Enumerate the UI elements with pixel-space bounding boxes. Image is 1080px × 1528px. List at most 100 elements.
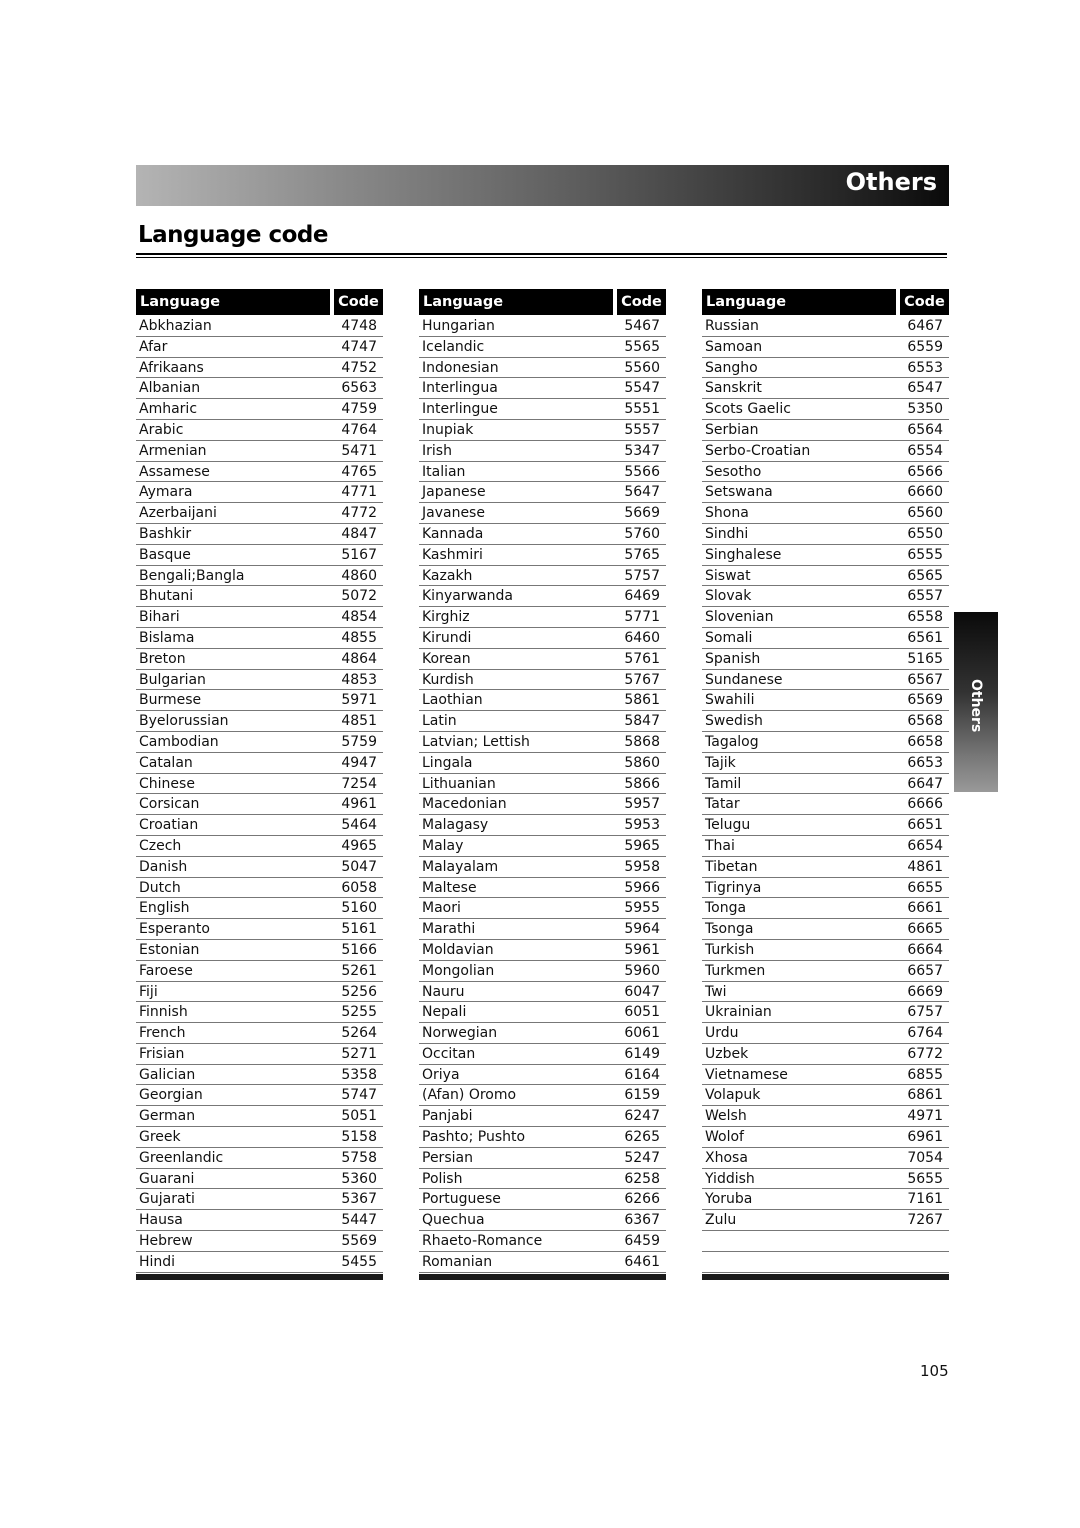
language-code: 5566 <box>624 463 660 480</box>
table-row: Tigrinya 6655 <box>702 878 949 899</box>
language-code: 6051 <box>624 1004 660 1021</box>
language-code: 5464 <box>341 817 377 834</box>
language-code: 5360 <box>341 1170 377 1187</box>
table-row: Abkhazian 4748 <box>136 316 383 337</box>
language-code: 5860 <box>624 754 660 771</box>
table-row: Norwegian 6061 <box>419 1023 666 1044</box>
table-row: (Afan) Oromo 6159 <box>419 1085 666 1107</box>
table-row: Korean 5761 <box>419 649 666 670</box>
language-code: 5557 <box>624 421 660 438</box>
language-code: 4861 <box>907 858 943 875</box>
language-code: 5847 <box>624 713 660 730</box>
language-code: 6560 <box>907 505 943 522</box>
table-row: Latin 5847 <box>419 711 666 732</box>
language-code: 6461 <box>624 1253 660 1270</box>
language-code: 6664 <box>907 941 943 958</box>
table-row: Bashkir 4847 <box>136 524 383 545</box>
language-name: Armenian <box>139 442 207 459</box>
table-row: Sanskrit 6547 <box>702 378 949 400</box>
language-code: 6665 <box>907 921 943 938</box>
language-code: 6550 <box>907 525 943 542</box>
table-row: Kurdish 5767 <box>419 670 666 691</box>
language-code: 5271 <box>341 1045 377 1062</box>
language-name: Sanskrit <box>705 380 762 397</box>
table-row: Vietnamese 6855 <box>702 1065 949 1086</box>
language-name: Czech <box>139 837 182 854</box>
language-name: Hungarian <box>422 318 495 334</box>
language-name: Urdu <box>705 1025 739 1042</box>
table-row: Amharic 4759 <box>136 399 383 420</box>
table-row: Portuguese 6266 <box>419 1189 666 1211</box>
language-name: Tatar <box>705 796 740 813</box>
language-code: 7161 <box>907 1191 943 1208</box>
language-name: Panjabi <box>422 1108 473 1125</box>
language-code: 5971 <box>341 692 377 709</box>
table-footer-bar <box>419 1273 666 1280</box>
language-code: 5455 <box>341 1253 377 1270</box>
language-code: 5551 <box>624 401 660 418</box>
table-row: Guarani 5360 <box>136 1169 383 1190</box>
language-name: Maltese <box>422 879 477 896</box>
table-row: Quechua 6367 <box>419 1210 666 1232</box>
column-header-language: Language <box>136 289 330 315</box>
table-row: Uzbek 6772 <box>702 1044 949 1065</box>
language-code: 6855 <box>907 1066 943 1083</box>
table-row: Basque 5167 <box>136 545 383 566</box>
language-name: Quechua <box>422 1212 485 1229</box>
language-code: 4771 <box>341 484 377 501</box>
language-code: 5347 <box>624 442 660 459</box>
language-name: Azerbaijani <box>139 505 217 522</box>
table-row: Chinese 7254 <box>136 774 383 795</box>
language-code: 6247 <box>624 1108 660 1125</box>
language-name: Moldavian <box>422 941 494 958</box>
language-name: Dutch <box>139 879 181 896</box>
language-code: 6961 <box>907 1129 943 1146</box>
table-row: Esperanto 5161 <box>136 919 383 940</box>
language-name: Faroese <box>139 962 193 979</box>
language-name: Welsh <box>705 1108 747 1125</box>
language-code: 6555 <box>907 546 943 563</box>
table-row: Panjabi 6247 <box>419 1106 666 1128</box>
language-code: 6564 <box>907 421 943 438</box>
table-body: Russian 6467 Samoan 6559 Sangho 6553 Sanskrit 6… <box>702 316 949 1273</box>
table-row: Somali 6561 <box>702 628 949 649</box>
table-row: Spanish 5165 <box>702 649 949 670</box>
language-name: Hausa <box>139 1212 183 1229</box>
language-name: Cambodian <box>139 733 219 750</box>
table-row: Javanese 5669 <box>419 503 666 524</box>
table-row: Volapuk 6861 <box>702 1085 949 1107</box>
section-title: Others <box>845 168 937 196</box>
language-code: 5560 <box>624 359 660 376</box>
table-row: Maori 5955 <box>419 898 666 920</box>
language-code: 4765 <box>341 463 377 480</box>
language-code: 4855 <box>341 629 377 646</box>
language-code: 5757 <box>624 567 660 584</box>
language-name: Kannada <box>422 525 484 542</box>
language-name: Swedish <box>705 713 763 730</box>
language-name: Twi <box>705 983 727 1000</box>
language-name: Sundanese <box>705 671 783 688</box>
language-code: 6558 <box>907 609 943 626</box>
column-header-language: Language <box>419 289 613 315</box>
language-code: 5961 <box>624 941 660 958</box>
table-row: Malayalam 5958 <box>419 857 666 878</box>
language-code: 6669 <box>907 983 943 1000</box>
table-row: Gujarati 5367 <box>136 1189 383 1211</box>
language-name: Singhalese <box>705 546 782 563</box>
language-code: 5966 <box>624 879 660 896</box>
language-code: 5471 <box>341 442 377 459</box>
language-code: 4752 <box>341 359 377 376</box>
language-code: 6653 <box>907 754 943 771</box>
language-name: Ukrainian <box>705 1004 772 1021</box>
language-code: 6557 <box>907 588 943 605</box>
language-code: 6047 <box>624 983 660 1000</box>
section-banner: Others <box>136 165 949 206</box>
table-row: Sesotho 6566 <box>702 462 949 483</box>
table-row: Wolof 6961 <box>702 1127 949 1148</box>
language-code: 5655 <box>907 1170 943 1187</box>
language-name: Arabic <box>139 421 184 438</box>
language-name: Slovak <box>705 588 752 605</box>
table-row: Laothian 5861 <box>419 690 666 712</box>
language-name: Kazakh <box>422 567 473 584</box>
language-name: Nauru <box>422 983 465 1000</box>
